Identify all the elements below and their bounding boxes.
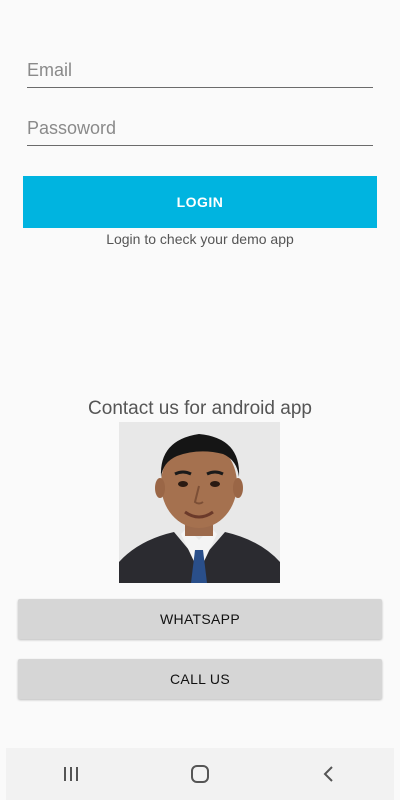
call-us-button[interactable]: CALL US xyxy=(18,659,382,699)
home-icon xyxy=(190,765,209,783)
contact-title: Contact us for android app xyxy=(88,398,312,419)
email-field[interactable] xyxy=(27,58,373,88)
login-hint-text: Login to check your demo app xyxy=(106,231,294,247)
back-button[interactable] xyxy=(299,754,359,794)
password-field[interactable] xyxy=(27,116,373,146)
login-button[interactable]: LOGIN xyxy=(23,176,377,228)
whatsapp-button[interactable]: WHATSAPP xyxy=(18,599,382,639)
recents-button[interactable] xyxy=(41,754,101,794)
person-photo-illustration xyxy=(119,422,280,583)
home-button[interactable] xyxy=(170,754,230,794)
back-icon xyxy=(323,766,334,782)
system-navigation-bar xyxy=(6,748,394,800)
contact-photo xyxy=(119,422,280,583)
recents-icon xyxy=(63,767,78,781)
